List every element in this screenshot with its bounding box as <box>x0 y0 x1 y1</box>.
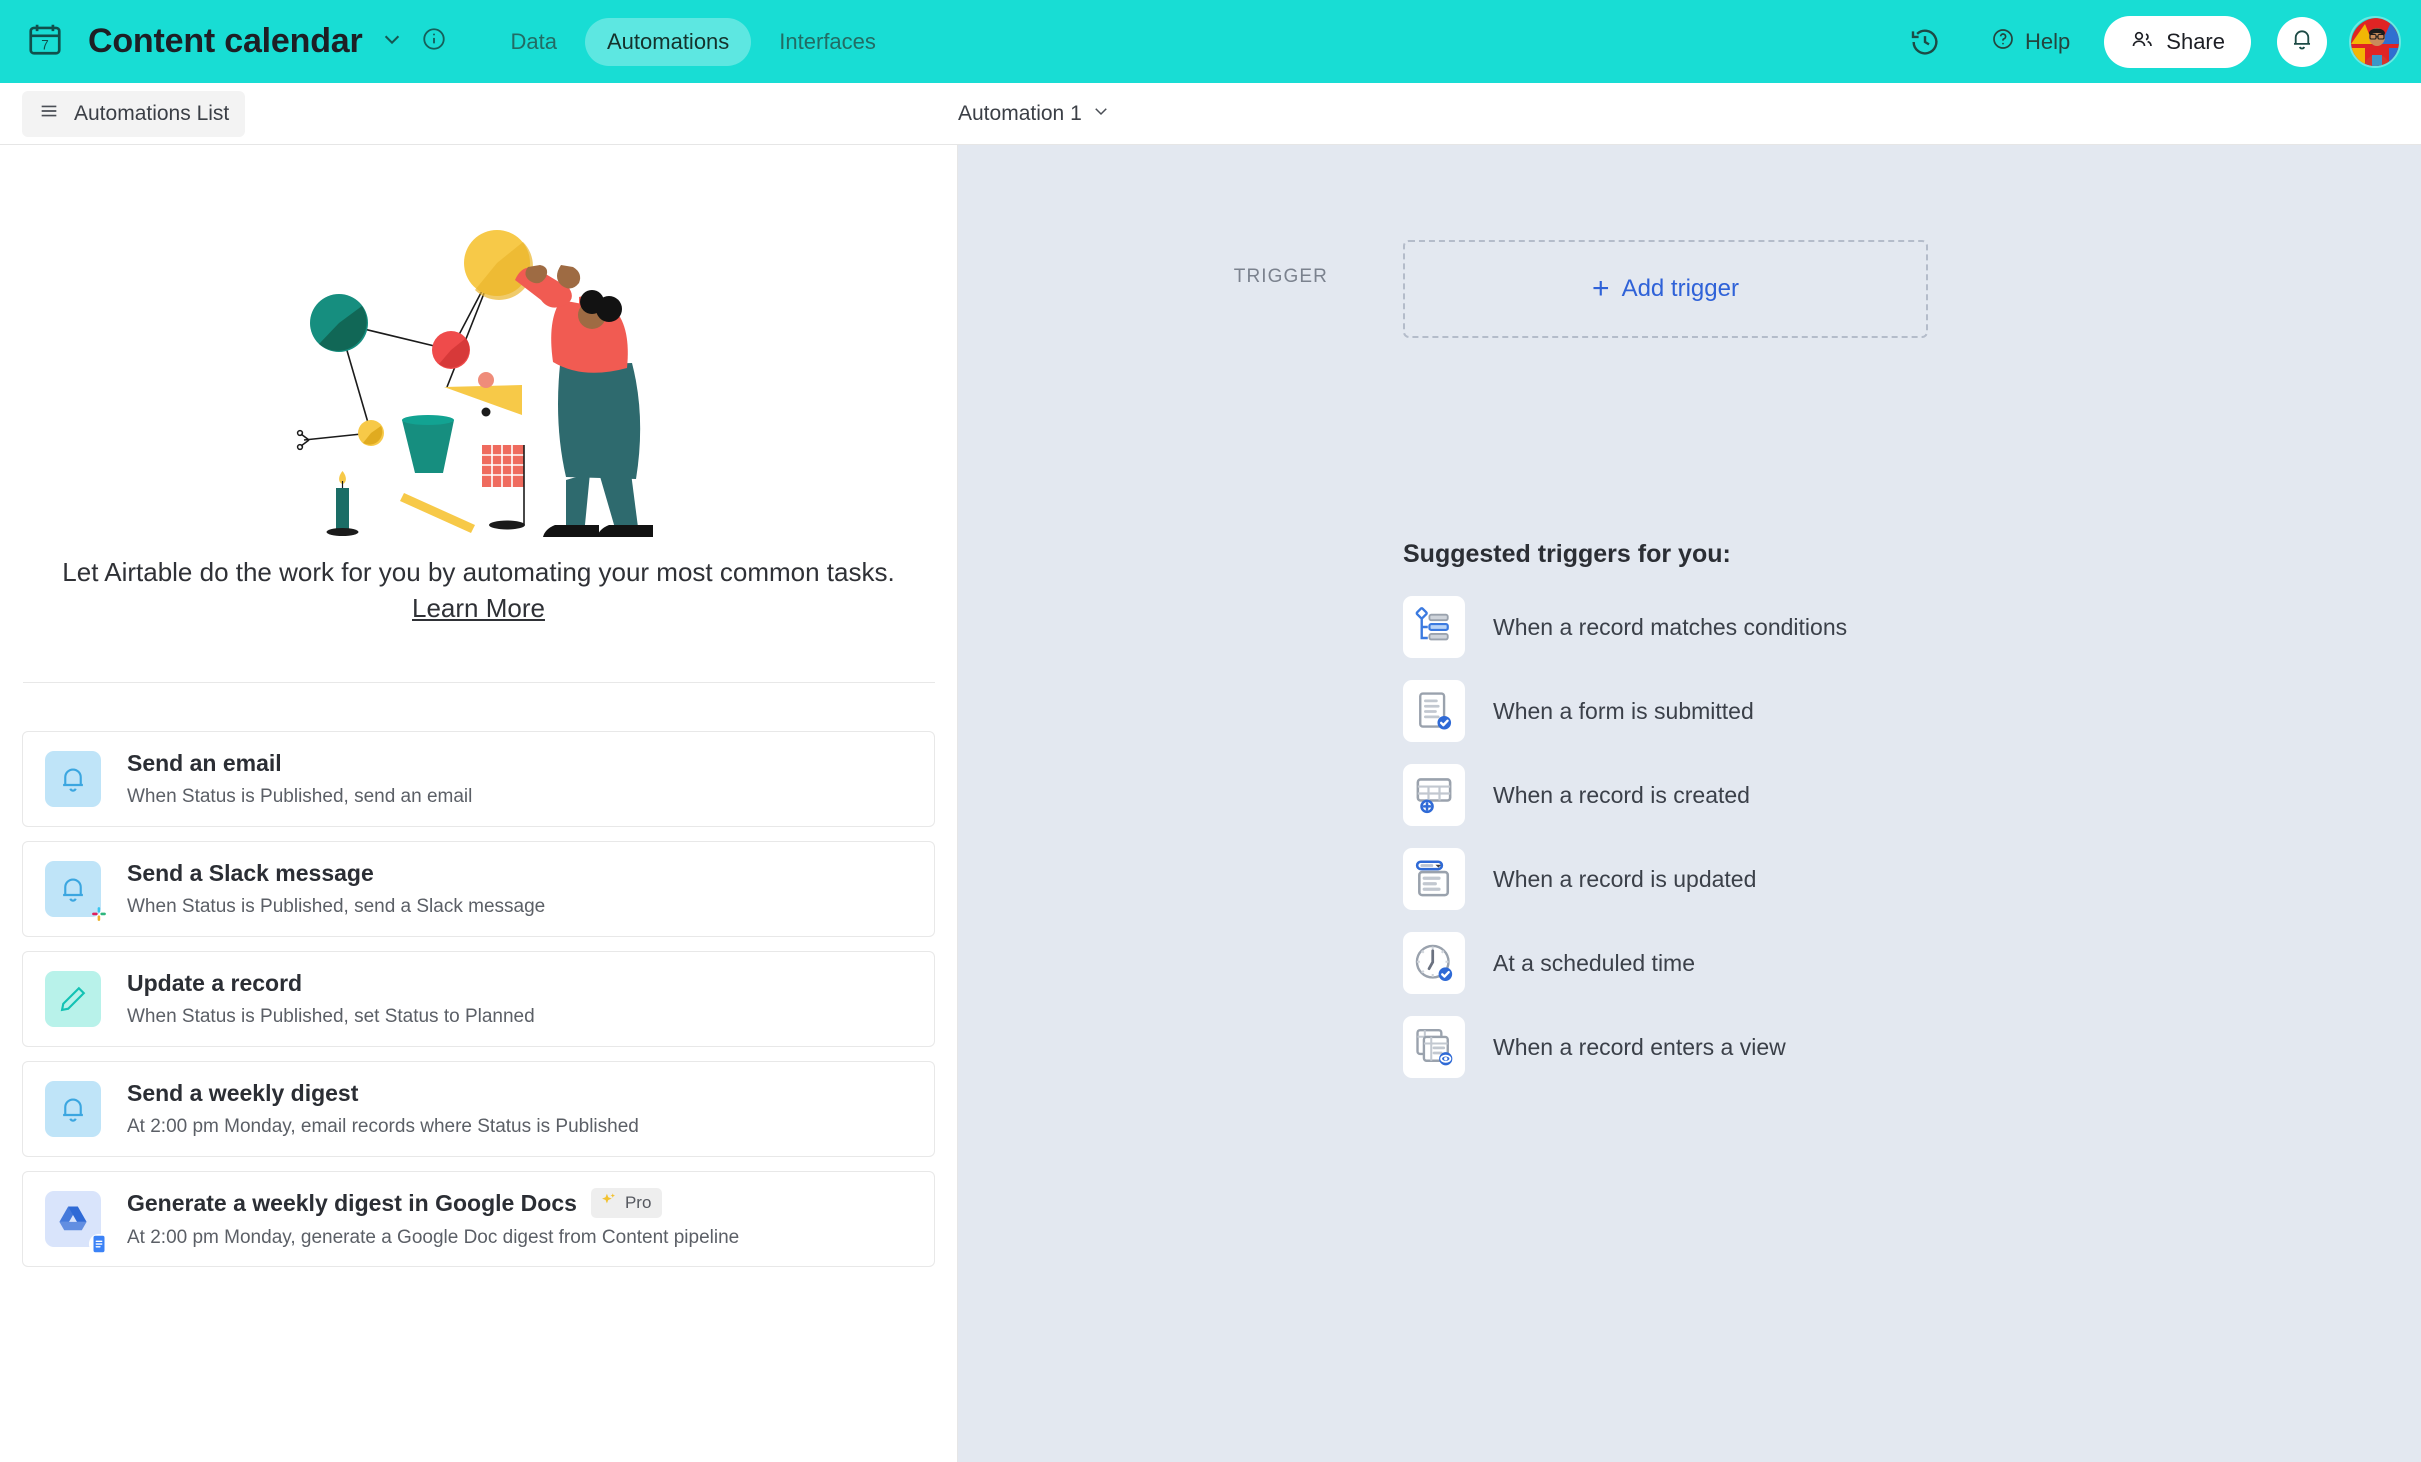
learn-more-link[interactable]: Learn More <box>412 593 545 623</box>
suggested-trigger-form-is-submitted[interactable]: When a form is submitted <box>1403 669 1847 753</box>
suggested-triggers-heading: Suggested triggers for you: <box>1403 540 1731 568</box>
automation-name-button[interactable]: Automation 1 <box>958 102 1110 126</box>
clock-check-icon <box>1403 932 1465 994</box>
info-icon[interactable] <box>403 26 447 57</box>
add-trigger-label: Add trigger <box>1621 275 1739 302</box>
bell-icon <box>45 750 101 807</box>
right-subbar: Automation 1 <box>958 83 2421 145</box>
card-subtitle: When Status is Published, set Status to … <box>127 1005 535 1027</box>
sparkle-icon <box>599 1191 618 1215</box>
card-title: Generate a weekly digest in Google Docs <box>127 1189 577 1216</box>
google-drive-icon <box>45 1190 110 1254</box>
bell-icon <box>45 860 106 921</box>
card-subtitle: At 2:00 pm Monday, email records where S… <box>127 1115 639 1137</box>
template-card-generate-a-weekly-digest-in-google-docs[interactable]: Generate a weekly digest in Google Docs … <box>22 1170 935 1267</box>
notification-button[interactable] <box>2277 16 2327 67</box>
form-check-icon <box>1403 680 1465 742</box>
card-title: Send an email <box>127 749 282 776</box>
share-button[interactable]: Share <box>2104 15 2251 68</box>
suggested-trigger-label: When a record enters a view <box>1493 1033 1786 1060</box>
template-card-send-a-slack-message[interactable]: Send a Slack message When Status is Publ… <box>22 840 935 937</box>
tab-data[interactable]: Data <box>489 18 579 66</box>
blurb-text: Let Airtable do the work for you by auto… <box>62 557 895 587</box>
template-card-send-a-weekly-digest[interactable]: Send a weekly digest At 2:00 pm Monday, … <box>22 1060 935 1157</box>
suggested-triggers-list: When a record matches conditions When a … <box>1403 585 1847 1089</box>
automations-list-label: Automations List <box>74 101 230 125</box>
add-trigger-button[interactable]: + Add trigger <box>1403 240 1928 338</box>
top-bar: 7 Content calendar Data Automations Inte… <box>0 0 2421 83</box>
suggested-trigger-at-a-scheduled-time[interactable]: At a scheduled time <box>1403 921 1847 1005</box>
card-subtitle: When Status is Published, send a Slack m… <box>127 895 546 917</box>
trigger-section-label: TRIGGER <box>1233 266 1328 287</box>
main-nav: Data Automations Interfaces <box>489 17 898 66</box>
template-card-list: Send an email When Status is Published, … <box>22 730 935 1267</box>
card-title: Send a Slack message <box>127 859 374 886</box>
card-subtitle: At 2:00 pm Monday, generate a Google Doc… <box>127 1227 740 1249</box>
card-title: Update a record <box>127 969 303 996</box>
template-card-send-an-email[interactable]: Send an email When Status is Published, … <box>22 730 935 827</box>
tab-interfaces[interactable]: Interfaces <box>757 18 898 66</box>
card-subtitle: When Status is Published, send an email <box>127 785 473 807</box>
avatar[interactable] <box>2349 15 2401 68</box>
automation-name-label: Automation 1 <box>958 101 1082 125</box>
trigger-row: TRIGGER + Add trigger <box>958 240 1928 338</box>
automations-list-button[interactable]: Automations List <box>22 90 246 137</box>
suggested-trigger-record-is-updated[interactable]: When a record is updated <box>1403 837 1847 921</box>
automation-templates-panel: Let Airtable do the work for you by auto… <box>0 145 958 1462</box>
pro-badge-label: Pro <box>624 1193 652 1213</box>
history-icon[interactable] <box>1909 26 1941 58</box>
hero-illustration <box>296 230 653 542</box>
suggested-trigger-label: When a record matches conditions <box>1493 613 1848 640</box>
page-title: Content calendar <box>88 22 363 60</box>
bell-icon <box>2289 26 2315 57</box>
question-circle-icon <box>1991 27 2015 57</box>
view-eye-icon <box>1403 1016 1465 1078</box>
people-icon <box>2130 27 2154 57</box>
google-docs-icon <box>88 1233 110 1254</box>
template-card-update-a-record[interactable]: Update a record When Status is Published… <box>22 950 935 1047</box>
blurb: Let Airtable do the work for you by auto… <box>49 555 909 627</box>
suggested-trigger-label: When a form is submitted <box>1493 697 1754 724</box>
suggested-trigger-record-is-created[interactable]: When a record is created <box>1403 753 1847 837</box>
chevron-down-icon[interactable] <box>363 28 403 55</box>
bell-icon <box>45 1080 101 1137</box>
card-title: Send a weekly digest <box>127 1079 359 1106</box>
conditions-flow-icon <box>1403 596 1465 658</box>
chevron-down-icon <box>1092 102 1110 126</box>
suggested-trigger-record-matches-conditions[interactable]: When a record matches conditions <box>1403 585 1847 669</box>
share-label: Share <box>2166 28 2225 54</box>
calendar-day: 7 <box>41 37 48 52</box>
grid-plus-icon <box>1403 764 1465 826</box>
help-label: Help <box>2025 28 2071 54</box>
suggested-trigger-record-enters-a-view[interactable]: When a record enters a view <box>1403 1005 1847 1089</box>
suggested-trigger-label: At a scheduled time <box>1493 949 1696 976</box>
plus-icon: + <box>1592 272 1610 305</box>
record-update-icon <box>1403 848 1465 910</box>
tab-automations[interactable]: Automations <box>585 17 752 66</box>
suggested-trigger-label: When a record is updated <box>1493 865 1757 892</box>
calendar-icon[interactable]: 7 <box>0 20 64 63</box>
top-bar-actions: Help Share <box>1909 0 2421 83</box>
suggested-trigger-label: When a record is created <box>1493 781 1750 808</box>
automation-editor-panel: TRIGGER + Add trigger Suggested triggers… <box>958 145 2421 1462</box>
left-subbar: Automations List <box>0 83 958 145</box>
pencil-icon <box>45 970 101 1027</box>
slack-icon <box>92 906 106 921</box>
panel-divider <box>22 681 935 683</box>
hamburger-icon <box>38 100 60 128</box>
pro-badge: Pro <box>590 1188 663 1219</box>
help-button[interactable]: Help <box>1991 27 2070 57</box>
